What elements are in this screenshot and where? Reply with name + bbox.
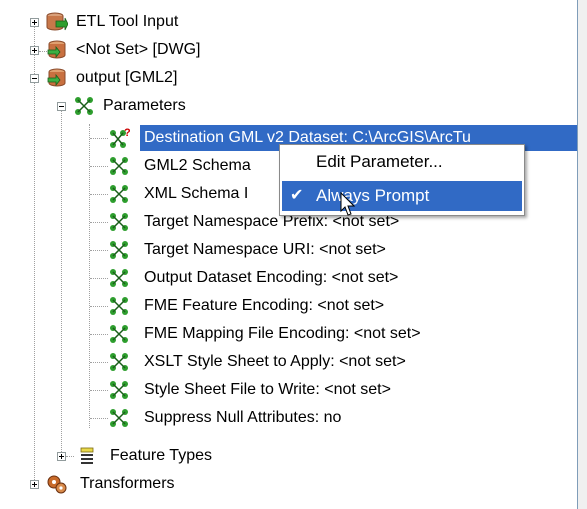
expand-etl-tool-input[interactable] [30,18,39,27]
tree-item-transformers[interactable]: Transformers [80,473,175,495]
etl-tool-input-icon [46,12,68,31]
parameter-fme-mapping-file-encoding[interactable]: FME Mapping File Encoding: <not set> [144,323,421,345]
collapse-output-gml2[interactable] [30,74,39,83]
parameter-icon [110,241,128,259]
parameter-icon [110,409,128,427]
parameter-icon [110,269,128,287]
parameter-icon [110,185,128,203]
transformers-icon [47,475,67,494]
dataset-writer-icon [47,68,66,87]
tree-line-parameters [89,124,91,428]
parameter-icon [110,157,128,175]
tree-item-output-gml2[interactable]: output [GML2] [76,67,177,89]
dataset-writer-icon [47,40,66,59]
parameter-icon [110,213,128,231]
tree-item-parameters[interactable]: Parameters [103,95,186,117]
feature-types-icon [80,447,94,464]
parameter-suppress-null-attributes[interactable]: Suppress Null Attributes: no [144,407,341,429]
parameter-output-dataset-encoding[interactable]: Output Dataset Encoding: <not set> [144,267,398,289]
context-menu: Edit Parameter... ✔ Always Prompt [279,144,525,216]
tree-line-root [34,22,36,488]
parameter-icon [110,353,128,371]
parameter-icon [110,297,128,315]
tree-item-feature-types[interactable]: Feature Types [110,445,212,467]
parameter-icon [110,381,128,399]
parameter-gml2-schema[interactable]: GML2 Schema [144,155,251,177]
expand-dwg[interactable] [30,46,39,55]
panel-edge [578,0,587,509]
parameter-style-sheet-file[interactable]: Style Sheet File to Write: <not set> [144,379,391,401]
expand-feature-types[interactable] [57,452,66,461]
tree-item-dwg[interactable]: <Not Set> [DWG] [76,39,200,61]
parameter-required-icon: ? [110,127,130,148]
tree-line-output [61,104,63,456]
parameter-xml-schema[interactable]: XML Schema I [144,183,248,205]
parameter-target-namespace-uri[interactable]: Target Namespace URI: <not set> [144,239,386,261]
tree-item-etl-tool-input[interactable]: ETL Tool Input [76,11,178,33]
check-icon: ✔ [290,187,304,204]
parameter-fme-feature-encoding[interactable]: FME Feature Encoding: <not set> [144,295,384,317]
parameter-xslt-style-sheet[interactable]: XSLT Style Sheet to Apply: <not set> [144,351,406,373]
parameter-icon [110,325,128,343]
expand-transformers[interactable] [30,480,39,489]
parameters-icon [75,97,93,115]
svg-text:?: ? [124,127,130,139]
collapse-parameters[interactable] [57,102,66,111]
menu-item-always-prompt-label: Always Prompt [316,186,430,205]
menu-item-edit-parameter-label: Edit Parameter... [316,152,443,171]
menu-item-edit-parameter[interactable]: Edit Parameter... [282,147,522,177]
menu-item-always-prompt[interactable]: ✔ Always Prompt [282,181,522,211]
mouse-pointer-icon [340,192,356,216]
